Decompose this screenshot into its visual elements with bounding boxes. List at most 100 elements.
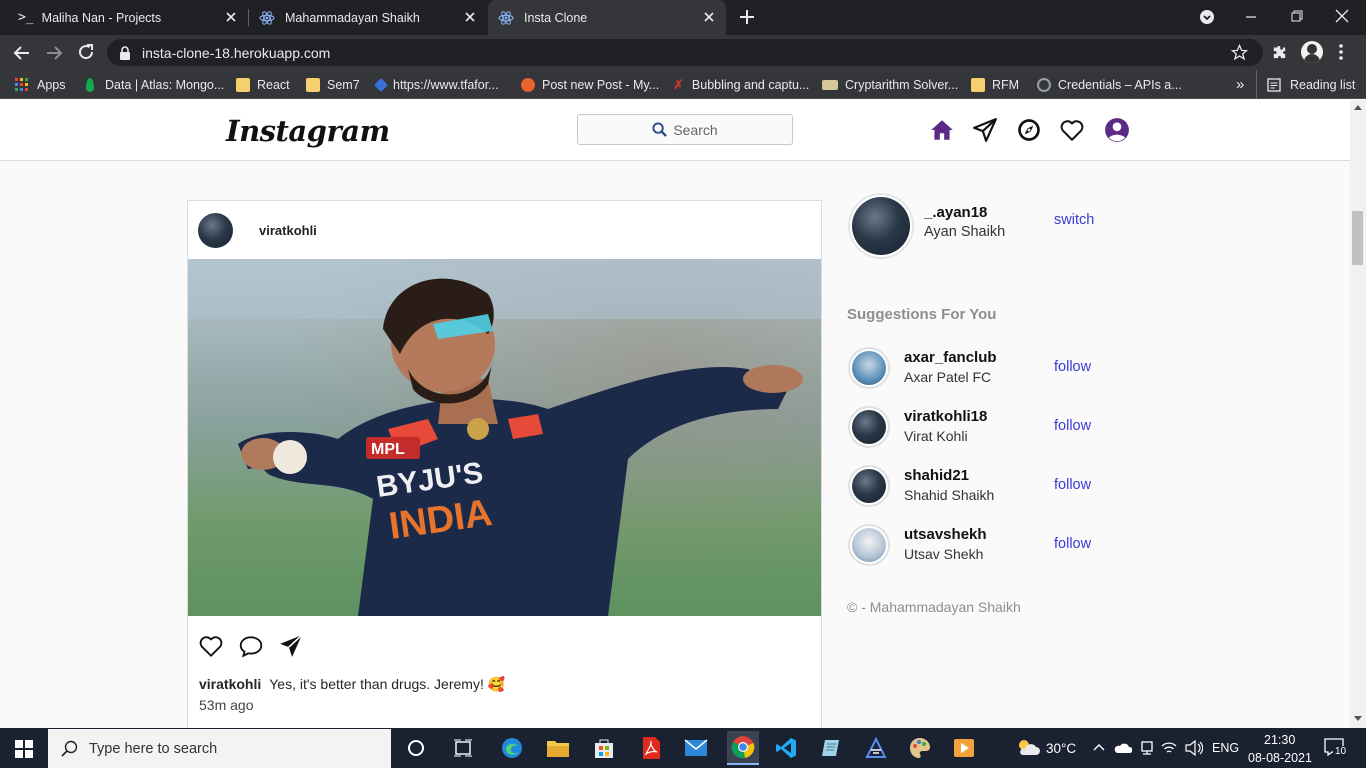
post-username[interactable]: viratkohli [259, 223, 317, 238]
caption-username[interactable]: viratkohli [199, 676, 261, 692]
browser-tab[interactable]: >_ Maliha Nan - Projects [0, 0, 248, 35]
follow-button[interactable]: follow [1054, 418, 1091, 434]
file-explorer-icon[interactable] [544, 734, 572, 762]
post-header: viratkohli [188, 201, 821, 259]
paint-icon[interactable] [906, 734, 934, 762]
clock-time[interactable]: 21:30 [1264, 733, 1295, 747]
microsoft-store-icon[interactable] [590, 734, 618, 762]
media-player-icon[interactable] [950, 734, 978, 762]
scroll-down-icon[interactable] [1354, 716, 1362, 722]
direct-message-icon[interactable] [972, 117, 998, 143]
browser-tab-active[interactable]: Insta Clone [488, 0, 726, 35]
home-icon[interactable] [929, 117, 955, 143]
bookmark-item[interactable]: React [236, 70, 290, 99]
task-view-icon[interactable] [449, 734, 477, 762]
app-icon[interactable] [862, 734, 890, 762]
suggestion-avatar[interactable] [848, 465, 890, 507]
wifi-icon[interactable] [1161, 741, 1177, 755]
taskbar-search-input[interactable]: Type here to search [48, 729, 391, 768]
browser-tab[interactable]: Mahammadayan Shaikh [249, 0, 487, 35]
tray-expand-icon[interactable] [1093, 743, 1105, 751]
vscode-icon[interactable] [772, 734, 800, 762]
volume-icon[interactable] [1185, 740, 1203, 756]
network-icon[interactable] [1140, 740, 1154, 756]
close-tab-icon[interactable] [224, 10, 238, 24]
switch-account-link[interactable]: switch [1054, 212, 1094, 228]
bookmark-star-icon[interactable] [1231, 44, 1248, 61]
profile-avatar[interactable] [1301, 41, 1323, 63]
search-input[interactable]: Search [577, 114, 793, 145]
page-scrollbar[interactable] [1350, 100, 1366, 728]
suggestion-username[interactable]: axar_fanclub [904, 349, 997, 366]
bookmark-item[interactable]: Cryptarithm Solver... [822, 70, 958, 99]
bookmark-item[interactable]: Post new Post - My... [521, 70, 659, 99]
tab-search-icon[interactable] [1199, 9, 1215, 25]
bookmark-item[interactable]: Credentials – APIs a... [1037, 70, 1182, 99]
suggestion-username[interactable]: viratkohli18 [904, 408, 987, 425]
comment-icon[interactable] [238, 633, 264, 659]
new-tab-icon[interactable] [739, 9, 755, 25]
notification-center-button[interactable]: 10 [1324, 738, 1349, 758]
language-indicator[interactable]: ENG [1212, 741, 1239, 755]
bookmark-item[interactable]: Sem7 [306, 70, 360, 99]
bookmark-item[interactable]: https://www.tfafor... [373, 70, 499, 99]
suggestion-avatar[interactable] [848, 524, 890, 566]
more-bookmarks-button[interactable]: » [1236, 70, 1244, 99]
follow-button[interactable]: follow [1054, 536, 1091, 552]
scrollbar-thumb[interactable] [1352, 211, 1363, 265]
site-favicon-icon [822, 79, 838, 90]
post-avatar[interactable] [198, 212, 233, 248]
lock-icon[interactable] [119, 46, 131, 60]
menu-dots-icon[interactable] [1338, 43, 1344, 61]
profile-icon[interactable] [1104, 117, 1130, 143]
current-username[interactable]: _.ayan18 [924, 204, 1005, 221]
explore-compass-icon[interactable] [1016, 117, 1042, 143]
follow-button[interactable]: follow [1054, 477, 1091, 493]
suggestion-item: utsavshekh Utsav Shekh follow [846, 524, 1106, 568]
suggestion-avatar[interactable] [848, 347, 890, 389]
suggestion-username[interactable]: shahid21 [904, 467, 994, 484]
restore-icon[interactable] [1290, 9, 1304, 23]
edge-icon[interactable] [498, 734, 526, 762]
bookmark-apps[interactable]: Apps [15, 70, 66, 99]
scroll-up-icon[interactable] [1354, 104, 1362, 110]
close-window-icon[interactable] [1335, 9, 1349, 23]
mail-icon[interactable] [682, 734, 710, 762]
close-tab-icon[interactable] [702, 10, 716, 24]
tab-title: Maliha Nan - Projects [41, 10, 162, 25]
close-tab-icon[interactable] [463, 10, 477, 24]
post-image[interactable]: MPL BYJU'S INDIA [188, 259, 821, 616]
reading-list-button[interactable]: Reading list [1256, 70, 1355, 99]
current-user-avatar[interactable] [848, 193, 914, 259]
chrome-taskbar-icon[interactable] [727, 731, 759, 765]
extensions-icon[interactable] [1271, 44, 1288, 61]
acrobat-icon[interactable] [637, 734, 665, 762]
notepad-icon[interactable] [817, 734, 845, 762]
suggestion-item: shahid21 Shahid Shaikh follow [846, 465, 1106, 509]
share-send-icon[interactable] [278, 633, 304, 659]
reading-list-icon [1267, 77, 1281, 92]
cortana-icon[interactable] [402, 734, 430, 762]
follow-button[interactable]: follow [1054, 359, 1091, 375]
onedrive-icon[interactable] [1114, 742, 1132, 754]
bookmark-label: React [257, 77, 290, 92]
suggestion-avatar[interactable] [848, 406, 890, 448]
address-bar[interactable]: insta-clone-18.herokuapp.com [107, 39, 1263, 66]
bookmark-item[interactable]: Data | Atlas: Mongo... [86, 70, 224, 99]
clock-date[interactable]: 08-08-2021 [1248, 751, 1312, 765]
forward-icon[interactable] [45, 44, 63, 62]
bookmark-item[interactable]: RFM [971, 70, 1019, 99]
suggestion-username[interactable]: utsavshekh [904, 526, 987, 543]
back-icon[interactable] [13, 44, 31, 62]
minimize-icon[interactable] [1244, 10, 1258, 24]
bookmark-label: Cryptarithm Solver... [845, 77, 959, 92]
heart-activity-icon[interactable] [1059, 117, 1085, 143]
instagram-logo[interactable]: Instagram [226, 114, 390, 148]
like-heart-icon[interactable] [198, 633, 224, 659]
taskbar-search-placeholder: Type here to search [89, 740, 218, 757]
windows-start-icon[interactable] [15, 740, 33, 758]
weather-icon[interactable] [1014, 737, 1040, 757]
weather-temperature[interactable]: 30°C [1046, 741, 1076, 756]
reload-icon[interactable] [77, 43, 95, 61]
bookmark-item[interactable]: ✗ Bubbling and captu... [673, 70, 809, 99]
